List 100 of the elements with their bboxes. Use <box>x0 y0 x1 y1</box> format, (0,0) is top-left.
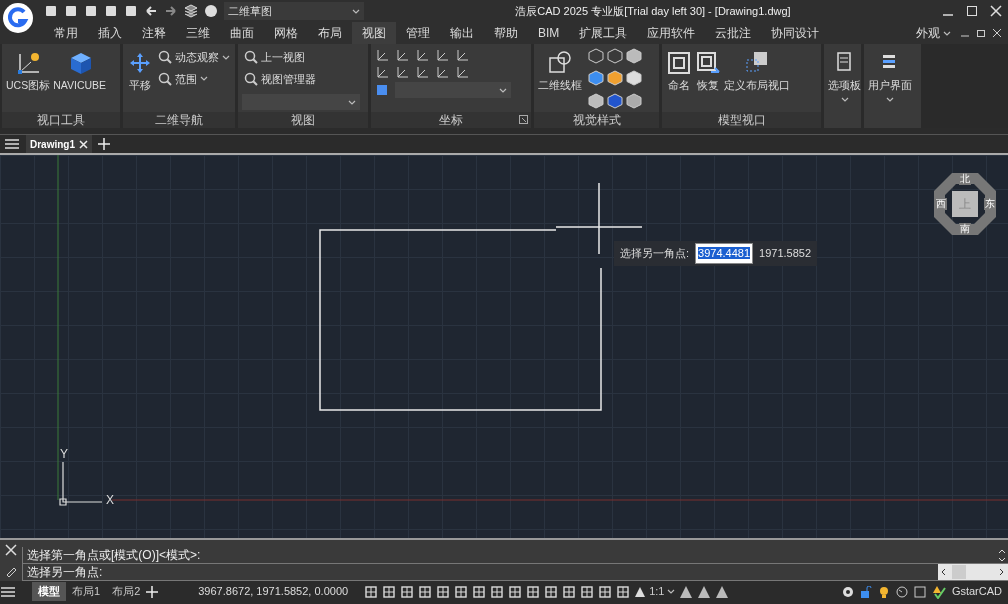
cube-icon[interactable] <box>588 70 604 87</box>
caret-icon <box>200 75 208 83</box>
axis-label: X <box>106 492 114 509</box>
panel-title: 模型视口 <box>662 112 821 128</box>
grid-icon[interactable] <box>382 584 397 599</box>
panel-title: 二维导航 <box>123 112 235 128</box>
close-icon[interactable] <box>992 28 1002 38</box>
layout-tab[interactable]: 布局1 <box>66 582 107 601</box>
bulb-icon[interactable] <box>877 585 890 598</box>
coordinate-readout: 3967.8672, 1971.5852, 0.0000 <box>198 584 349 600</box>
caret-icon <box>840 95 849 103</box>
ribbon-button[interactable]: 命名 <box>666 48 692 112</box>
cube-icon[interactable] <box>607 70 623 87</box>
coordinate-value: 1971.5852 <box>759 246 812 261</box>
layout-tab[interactable]: 布局2 <box>106 582 147 601</box>
layout-tab[interactable]: 模型 <box>32 582 66 601</box>
close-icon[interactable] <box>5 544 17 557</box>
ucs-icon <box>59 461 103 506</box>
panel-title: 坐标 <box>371 112 531 128</box>
caret-icon <box>499 86 507 94</box>
annotation-icon <box>634 585 647 598</box>
cube-icon[interactable] <box>607 92 623 109</box>
ribbon-button[interactable]: 恢复 <box>695 48 721 112</box>
ribbon-button[interactable]: UCS图标 <box>6 48 51 112</box>
ribbon-tab[interactable]: 帮助 <box>484 22 528 44</box>
panel-title: 视觉样式 <box>534 112 659 128</box>
ribbon-tab[interactable]: BIM <box>528 22 570 44</box>
ribbon-tab[interactable]: 注释 <box>132 22 176 44</box>
compass-label[interactable]: 北 <box>959 173 971 185</box>
ribbon-button[interactable]: 平移 <box>127 48 153 112</box>
compass-label[interactable]: 西 <box>935 198 947 210</box>
restore-icon[interactable] <box>976 28 986 38</box>
ribbon-tab[interactable]: 曲面 <box>220 22 264 44</box>
command-history: 选择第一角点或[模式(O)]<模式>: <box>27 547 202 563</box>
ribbon-tab[interactable]: 插入 <box>88 22 132 44</box>
cube-icon[interactable] <box>607 48 623 64</box>
caret-icon <box>943 29 951 37</box>
caret-icon <box>667 588 676 595</box>
caret-icon <box>352 7 360 15</box>
cube-icon[interactable] <box>626 48 642 64</box>
maximize-icon[interactable] <box>966 5 978 17</box>
menu-icon[interactable] <box>4 138 20 150</box>
brand-label: GstarCAD <box>951 584 1002 600</box>
ribbon-tab[interactable]: 管理 <box>396 22 440 44</box>
ribbon-tab[interactable]: 输出 <box>440 22 484 44</box>
ribbon-tab[interactable]: 协同设计 <box>761 22 830 44</box>
annotation-scale[interactable]: 1:1 <box>634 582 676 601</box>
ribbon-tab[interactable]: 常用 <box>44 22 88 44</box>
scroll-arrows-icon[interactable] <box>996 547 1008 564</box>
ribbon-button[interactable]: 动态观察 <box>156 48 232 67</box>
cube-icon[interactable] <box>588 92 604 109</box>
caret-icon <box>222 53 230 61</box>
axis-label: Y <box>60 446 68 463</box>
ribbon-tab[interactable]: 三维 <box>176 22 220 44</box>
window-title: 浩辰CAD 2025 专业版[Trial day left 30] - [Drawing1.dwg] <box>515 3 791 19</box>
ribbon-button[interactable]: 范围 <box>156 69 232 88</box>
gauge-icon[interactable] <box>895 585 908 598</box>
ribbon-button[interactable]: 视图管理器 <box>242 69 360 88</box>
redo-icon[interactable] <box>164 4 178 18</box>
cube-icon[interactable] <box>626 70 642 87</box>
axes-bulb-icon <box>15 50 42 76</box>
panel-title: 视口工具 <box>2 112 120 128</box>
caret-icon <box>886 95 894 103</box>
compass-label[interactable]: 南 <box>959 223 971 235</box>
lock-icon[interactable] <box>859 585 872 598</box>
ribbon-tab[interactable]: 网格 <box>264 22 308 44</box>
square-circle-icon <box>547 50 573 76</box>
compass-label[interactable]: 东 <box>984 198 996 210</box>
command-input[interactable]: 选择另一角点: <box>27 564 938 580</box>
plus-icon[interactable] <box>146 585 159 598</box>
app-logo[interactable] <box>3 3 33 33</box>
caret-icon <box>348 98 356 106</box>
ribbon-button[interactable]: NAVICUBE <box>53 48 107 112</box>
double-square-icon <box>666 50 692 76</box>
ribbon-tab[interactable]: 视图 <box>352 22 396 44</box>
plus-icon[interactable] <box>98 138 110 150</box>
warning-check-icon[interactable] <box>931 584 946 599</box>
cube-icon[interactable] <box>588 48 604 64</box>
ribbon-tab[interactable]: 布局 <box>308 22 352 44</box>
prompt-label: 选择另一角点: <box>620 246 690 261</box>
panel-title: 视图 <box>238 112 368 128</box>
undo-icon[interactable] <box>144 4 158 18</box>
appearance-menu[interactable]: 外观 <box>913 22 954 44</box>
ribbon-tab[interactable]: 应用软件 <box>637 22 706 44</box>
ribbon-tab[interactable]: 云批注 <box>705 22 762 44</box>
workspace-dropdown[interactable]: 二维草图 <box>224 2 364 20</box>
ribbon-button[interactable]: 二维线框 <box>538 48 582 112</box>
ribbon-button[interactable]: 上一视图 <box>242 48 360 67</box>
snap-grid-icon[interactable] <box>364 584 379 599</box>
coordinate-input[interactable]: 3974.4481 <box>695 243 754 264</box>
horizontal-scrollbar[interactable] <box>938 564 1008 580</box>
gear-icon[interactable] <box>841 585 854 598</box>
cube-icon[interactable] <box>626 92 642 109</box>
ribbon-tab[interactable]: 扩展工具 <box>569 22 638 44</box>
menu-icon[interactable] <box>0 585 16 598</box>
close-icon[interactable] <box>990 5 1002 17</box>
square-arrow-icon <box>695 50 721 76</box>
ribbon-button[interactable]: 定义布局视口 <box>724 48 790 112</box>
dialog-launcher-icon[interactable] <box>519 115 528 124</box>
document-tab[interactable]: Drawing1 <box>26 135 92 153</box>
